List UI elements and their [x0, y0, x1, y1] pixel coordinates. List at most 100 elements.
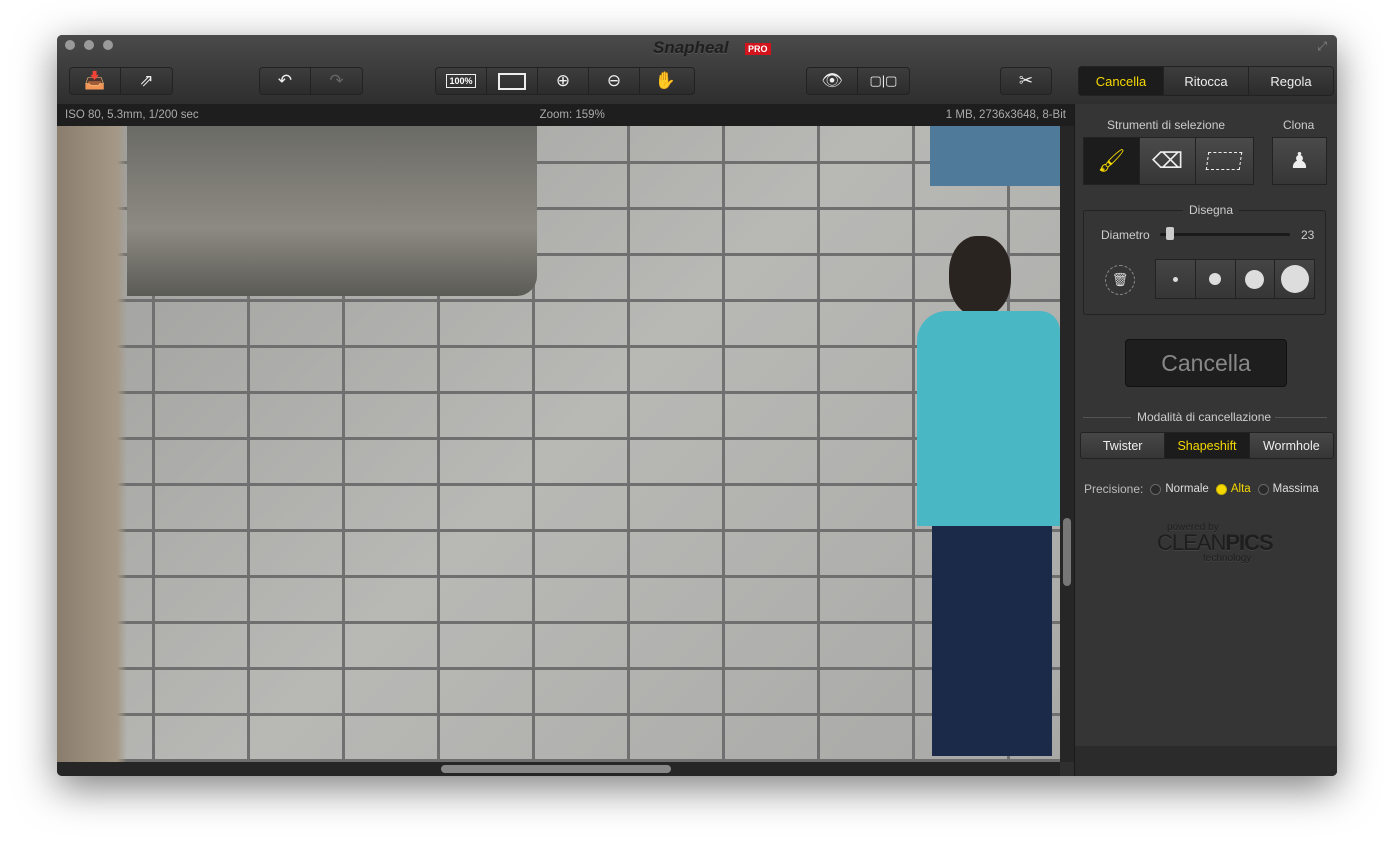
fit-screen-icon: [498, 72, 526, 90]
radio-massima-label[interactable]: Massima: [1273, 483, 1319, 495]
compare-button[interactable]: ▢|▢: [858, 68, 909, 94]
clear-selection-button[interactable]: 🗑: [1105, 265, 1135, 295]
title-bar: Snapheal PRO ⤢ 📥 ⇗ ↶ ↷ 100% ⊕ ⊖ ✋ 👁 ▢|▢ …: [57, 35, 1337, 105]
folder-import-icon: 📥: [84, 71, 106, 90]
export-button[interactable]: ⇗: [121, 68, 172, 94]
pro-badge: PRO: [745, 43, 771, 55]
preview-button[interactable]: 👁: [807, 68, 858, 94]
view-group: 100% ⊕ ⊖ ✋: [435, 67, 695, 95]
radio-massima[interactable]: [1257, 483, 1269, 495]
photo-object: [930, 126, 1060, 186]
horizontal-scrollbar[interactable]: [57, 762, 1060, 776]
clone-stamp-tool[interactable]: ♟: [1273, 138, 1326, 184]
zoom-in-button[interactable]: ⊕: [538, 68, 589, 94]
diameter-slider-knob[interactable]: [1166, 227, 1175, 240]
undo-icon: ↶: [277, 71, 293, 90]
panel-footer: [1075, 746, 1337, 776]
mode-twister[interactable]: Twister: [1081, 433, 1166, 458]
precision-label: Precisione:: [1084, 482, 1144, 496]
radio-normale-label[interactable]: Normale: [1165, 483, 1208, 495]
tab-cancella[interactable]: Cancella: [1079, 67, 1164, 95]
brush-icon: 🖌: [1097, 148, 1126, 173]
zoom-100-icon: 100%: [446, 74, 476, 88]
scissors-icon: ✂: [1018, 71, 1034, 90]
brush-size-xlarge[interactable]: [1275, 260, 1314, 298]
crop-group: ✂: [1000, 67, 1052, 95]
scroll-thumb[interactable]: [1063, 518, 1071, 586]
zoom-in-icon: ⊕: [555, 71, 571, 90]
selection-tools: 🖌 ⌫: [1083, 137, 1254, 185]
brush-size-large[interactable]: [1236, 260, 1276, 298]
radio-alta-label[interactable]: Alta: [1231, 483, 1251, 495]
redo-icon: ↷: [329, 71, 344, 90]
history-group: ↶ ↷: [259, 67, 363, 95]
radio-alta[interactable]: [1215, 483, 1227, 495]
zoom-level: Zoom: 159%: [539, 109, 605, 121]
redo-button[interactable]: ↷: [311, 68, 362, 94]
brush-size-small[interactable]: [1156, 260, 1196, 298]
mode-tabs: Cancella Ritocca Regola: [1078, 66, 1334, 96]
vertical-scrollbar[interactable]: [1060, 126, 1074, 762]
lasso-icon: [1205, 152, 1243, 170]
draw-title: Disegna: [1183, 203, 1240, 217]
erase-mode-title: Modalità di cancellazione: [1137, 410, 1272, 424]
photo-canvas[interactable]: [57, 126, 1060, 762]
tab-regola[interactable]: Regola: [1249, 67, 1333, 95]
undo-button[interactable]: ↶: [260, 68, 311, 94]
diameter-label: Diametro: [1101, 228, 1150, 242]
clone-tools: ♟: [1272, 137, 1327, 185]
mode-shapeshift[interactable]: Shapeshift: [1165, 433, 1250, 458]
minimize-button[interactable]: [84, 40, 94, 50]
crop-button[interactable]: ✂: [1001, 68, 1051, 94]
selection-tools-title: Strumenti di selezione: [1107, 118, 1226, 132]
eraser-icon: ⌫: [1151, 148, 1184, 173]
split-view-icon: ▢|▢: [869, 73, 898, 88]
preview-group: 👁 ▢|▢: [806, 67, 910, 95]
zoom-out-icon: ⊖: [606, 71, 622, 90]
info-bar: ISO 80, 5.3mm, 1/200 sec Zoom: 159% 1 MB…: [57, 104, 1074, 126]
erase-mode-tabs: Twister Shapeshift Wormhole: [1080, 432, 1334, 459]
rock-wall: [127, 126, 537, 296]
brush-size-presets: [1155, 259, 1315, 299]
tab-ritocca[interactable]: Ritocca: [1164, 67, 1249, 95]
stamp-icon: ♟: [1289, 148, 1310, 173]
hand-icon: ✋: [654, 71, 677, 90]
eraser-tool[interactable]: ⌫: [1140, 138, 1196, 184]
fullscreen-icon[interactable]: ⤢: [1317, 39, 1327, 54]
diameter-slider[interactable]: [1160, 233, 1290, 236]
actual-size-button[interactable]: 100%: [436, 68, 487, 94]
import-button[interactable]: 📥: [70, 68, 121, 94]
clone-title: Clona: [1283, 118, 1315, 132]
zoom-out-button[interactable]: ⊖: [589, 68, 640, 94]
app-window: Snapheal PRO ⤢ 📥 ⇗ ↶ ↷ 100% ⊕ ⊖ ✋ 👁 ▢|▢ …: [57, 35, 1337, 776]
close-button[interactable]: [65, 40, 75, 50]
window-controls: [65, 40, 113, 50]
cleanpics-logo: powered by CLEANPICS technology: [1157, 522, 1274, 564]
zoom-button[interactable]: [103, 40, 113, 50]
file-group: 📥 ⇗: [69, 67, 173, 95]
photo-person: [917, 236, 1060, 756]
divider: [1083, 417, 1131, 418]
diameter-value: 23: [1301, 228, 1315, 242]
scroll-thumb[interactable]: [441, 765, 671, 773]
brand-b: PICS: [1225, 530, 1273, 555]
precision-options: Precisione: Normale Alta Massima: [1084, 482, 1319, 496]
radio-normale[interactable]: [1150, 483, 1162, 495]
exif-info: ISO 80, 5.3mm, 1/200 sec: [65, 109, 199, 121]
brush-size-medium[interactable]: [1196, 260, 1236, 298]
trash-icon: 🗑: [1111, 272, 1129, 287]
brand-a: CLEAN: [1157, 530, 1226, 555]
share-icon: ⇗: [139, 71, 154, 90]
eye-icon: 👁: [821, 71, 843, 90]
fit-button[interactable]: [487, 68, 538, 94]
app-title: Snapheal: [653, 38, 729, 57]
tools-panel: Strumenti di selezione Clona 🖌 ⌫ ♟ Diseg…: [1074, 104, 1337, 776]
pan-button[interactable]: ✋: [640, 68, 691, 94]
mode-wormhole[interactable]: Wormhole: [1250, 433, 1333, 458]
brand: CLEANPICS: [1157, 530, 1274, 555]
file-info: 1 MB, 2736x3648, 8-Bit: [945, 109, 1066, 121]
brush-tool[interactable]: 🖌: [1084, 138, 1140, 184]
divider: [1275, 417, 1327, 418]
erase-button[interactable]: Cancella: [1125, 339, 1287, 387]
lasso-tool[interactable]: [1196, 138, 1252, 184]
